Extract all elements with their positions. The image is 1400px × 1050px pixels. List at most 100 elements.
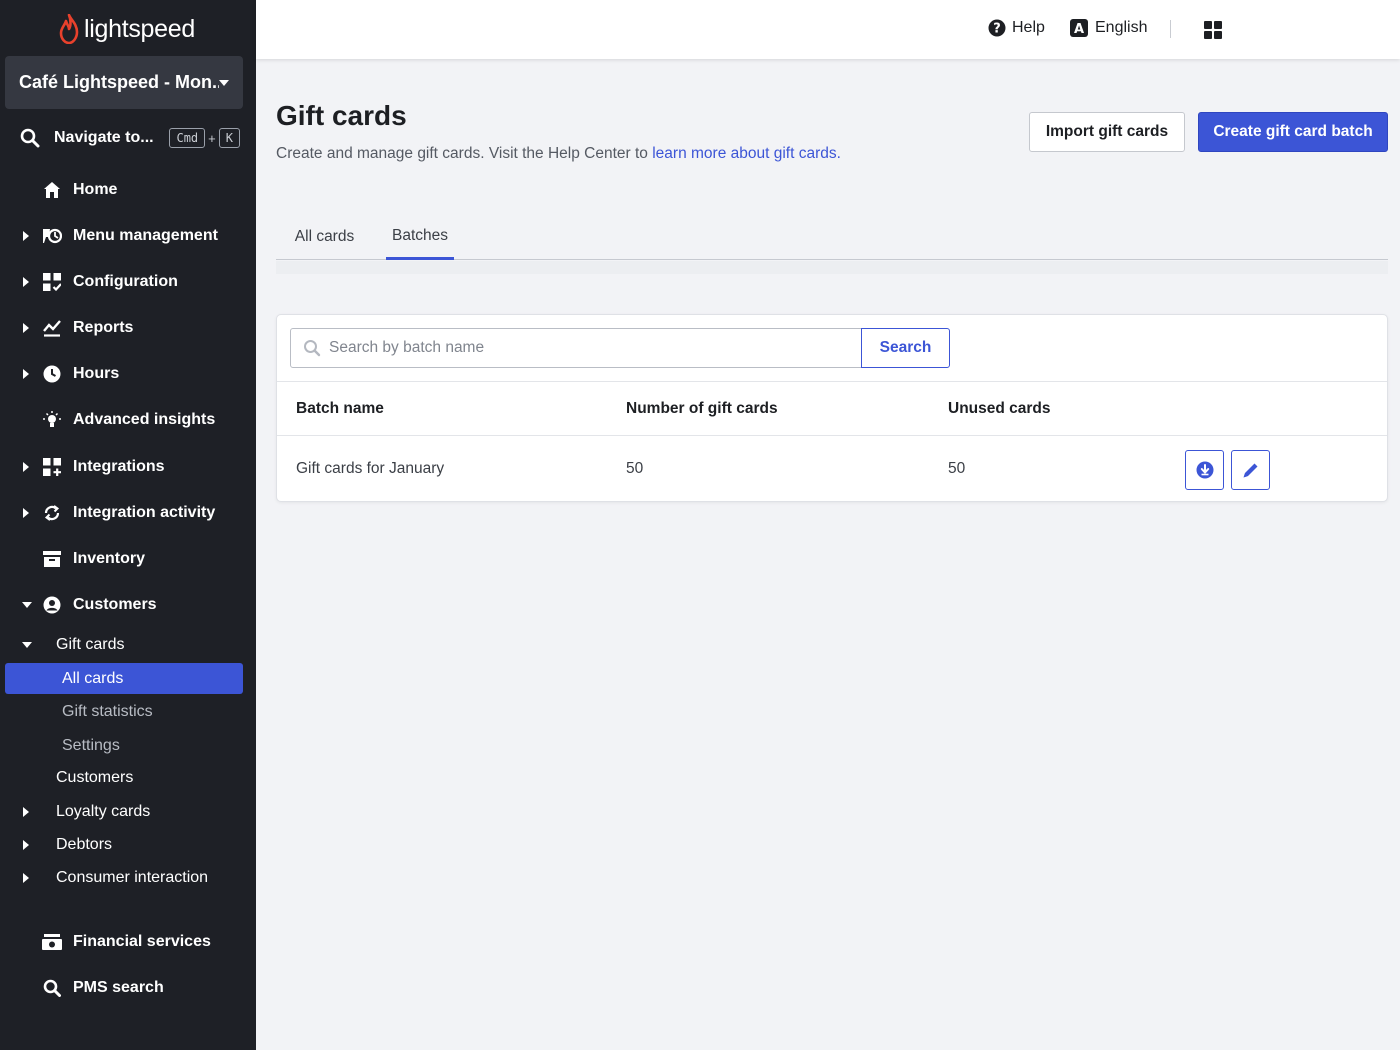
menu-management-icon	[42, 226, 62, 246]
column-header-unused-cards[interactable]: Unused cards	[948, 400, 1051, 418]
top-bar: ? Help A English	[256, 0, 1400, 59]
sidebar-item-gift-cards[interactable]: Gift cards	[0, 630, 256, 660]
learn-more-link[interactable]: learn more about gift cards.	[652, 145, 841, 162]
sidebar-item-customers[interactable]: Customers	[0, 585, 256, 625]
svg-text:A: A	[1074, 22, 1084, 37]
help-icon: ?	[988, 19, 1006, 37]
shortcut-key-k: K	[218, 128, 240, 148]
sidebar-item-menu-management[interactable]: Menu management	[0, 216, 256, 256]
edit-button[interactable]	[1231, 450, 1270, 490]
customer-icon	[42, 595, 62, 615]
download-icon	[1196, 461, 1213, 479]
sidebar-item-label: Gift statistics	[62, 702, 153, 720]
chevron-down-icon	[22, 602, 32, 608]
financial-services-icon	[42, 932, 62, 952]
language-selector[interactable]: A English	[1070, 19, 1147, 37]
sidebar: lightspeed Café Lightspeed - Mon... Navi…	[0, 0, 256, 1050]
sidebar-item-inventory[interactable]: Inventory	[0, 539, 256, 579]
create-gift-card-batch-button[interactable]: Create gift card batch	[1198, 112, 1388, 152]
tab-batches[interactable]: Batches	[386, 215, 454, 260]
language-icon: A	[1070, 19, 1088, 37]
sidebar-item-label: Consumer interaction	[56, 869, 209, 886]
divider	[1170, 20, 1171, 38]
chevron-right-icon	[23, 462, 29, 472]
sidebar-item-home[interactable]: Home	[0, 170, 256, 210]
sidebar-item-label: Customers	[73, 596, 157, 613]
sidebar-item-label: Configuration	[73, 273, 178, 290]
search-placeholder: Search by batch name	[329, 339, 485, 356]
pencil-icon	[1243, 463, 1257, 478]
import-gift-cards-button[interactable]: Import gift cards	[1029, 112, 1185, 152]
chevron-right-icon	[23, 323, 29, 333]
sidebar-item-reports[interactable]: Reports	[0, 308, 256, 348]
chevron-right-icon	[23, 508, 29, 518]
column-header-number-of-gift-cards[interactable]: Number of gift cards	[626, 400, 778, 418]
batch-name-cell: Gift cards for January	[296, 460, 445, 477]
venue-selector[interactable]: Café Lightspeed - Mon...	[5, 56, 243, 109]
sidebar-item-label: Integrations	[73, 458, 165, 475]
table-row[interactable]: Gift cards for January 50 50	[277, 436, 1387, 502]
sidebar-item-label: Settings	[62, 736, 120, 754]
search-button[interactable]: Search	[861, 328, 950, 368]
tab-all-cards[interactable]: All cards	[276, 215, 373, 259]
sidebar-item-hours[interactable]: Hours	[0, 354, 256, 394]
search-icon	[20, 128, 40, 148]
sidebar-item-settings[interactable]: Settings	[5, 730, 243, 761]
chevron-right-icon	[23, 277, 29, 287]
shortcut-key-cmd: Cmd	[169, 128, 206, 148]
sidebar-item-label: All cards	[62, 669, 124, 687]
sidebar-item-advanced-insights[interactable]: Advanced insights	[0, 400, 256, 440]
sidebar-item-all-cards[interactable]: All cards	[5, 663, 243, 694]
sidebar-item-debtors[interactable]: Debtors	[0, 830, 256, 860]
sidebar-item-label: Integration activity	[73, 504, 216, 521]
sidebar-item-label: Inventory	[73, 550, 146, 567]
sidebar-item-integrations[interactable]: Integrations	[0, 447, 256, 487]
sidebar-item-label: Debtors	[56, 836, 113, 853]
lightbulb-icon	[42, 410, 62, 430]
search-icon	[42, 978, 62, 998]
chevron-right-icon	[23, 231, 29, 241]
search-input[interactable]: Search by batch name	[290, 328, 862, 368]
clock-icon	[42, 364, 62, 384]
sidebar-item-label: Hours	[73, 365, 120, 382]
chevron-down-icon	[22, 642, 32, 648]
unused-cards-cell: 50	[948, 460, 966, 477]
sidebar-item-financial-services[interactable]: Financial services	[0, 922, 256, 962]
sidebar-item-loyalty-cards[interactable]: Loyalty cards	[0, 797, 256, 827]
sidebar-item-configuration[interactable]: Configuration	[0, 262, 256, 302]
home-icon	[42, 180, 62, 200]
page-description: Create and manage gift cards. Visit the …	[276, 145, 841, 163]
column-header-batch-name[interactable]: Batch name	[296, 400, 384, 418]
shortcut-plus: +	[208, 130, 216, 146]
chevron-right-icon	[23, 873, 29, 883]
tabs: All cards Batches	[276, 215, 1388, 260]
sidebar-item-consumer-interaction[interactable]: Consumer interaction	[0, 863, 256, 893]
language-label: English	[1095, 19, 1148, 36]
sidebar-item-customers-list[interactable]: Customers	[0, 763, 256, 793]
sidebar-item-pms-search[interactable]: PMS search	[0, 968, 256, 1008]
table-header: Batch name Number of gift cards Unused c…	[277, 381, 1387, 436]
download-button[interactable]	[1185, 450, 1224, 490]
help-label: Help	[1012, 19, 1045, 36]
flame-icon	[59, 14, 79, 44]
sidebar-item-label: Advanced insights	[73, 411, 216, 428]
sidebar-item-integration-activity[interactable]: Integration activity	[0, 493, 256, 533]
reports-icon	[42, 318, 62, 338]
navigate-to-search[interactable]: Navigate to... Cmd + K	[20, 124, 240, 152]
logo-text: lightspeed	[84, 14, 195, 43]
lightspeed-logo[interactable]: lightspeed	[58, 12, 195, 46]
tab-divider-strip	[276, 261, 1388, 274]
sidebar-item-label: Menu management	[73, 227, 218, 244]
apps-grid-icon[interactable]	[1204, 21, 1222, 39]
help-button[interactable]: ? Help	[988, 19, 1045, 37]
sidebar-item-label: Home	[73, 181, 118, 198]
search-icon	[304, 340, 321, 357]
integrations-icon	[42, 457, 62, 477]
page-title: Gift cards	[276, 100, 407, 131]
sidebar-item-label: Financial services	[73, 933, 211, 950]
sidebar-item-gift-statistics[interactable]: Gift statistics	[5, 696, 243, 727]
sidebar-item-label: PMS search	[73, 979, 164, 996]
chevron-right-icon	[23, 369, 29, 379]
inventory-icon	[42, 549, 62, 569]
sidebar-item-label: Gift cards	[56, 636, 125, 653]
